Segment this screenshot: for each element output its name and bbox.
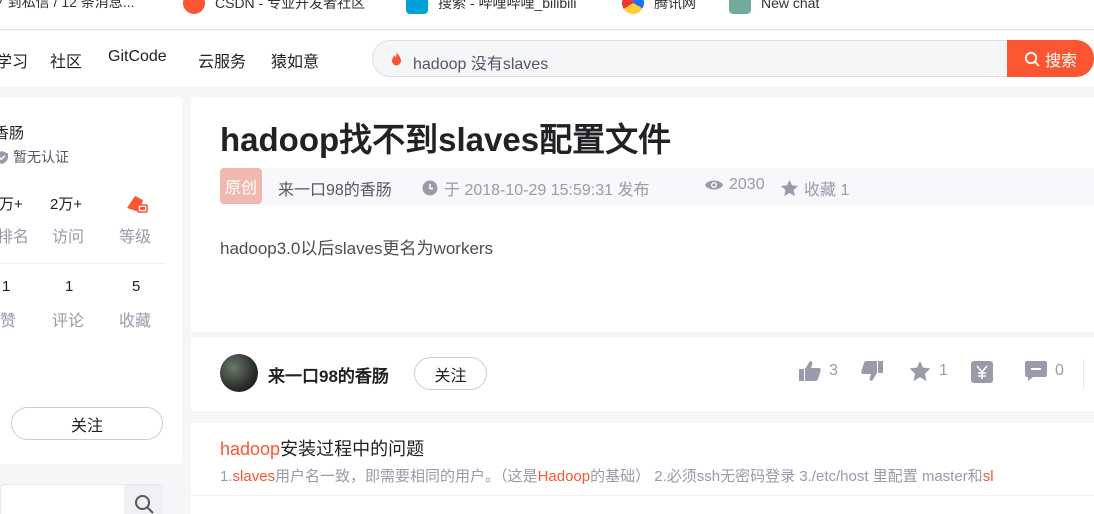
search-icon: [134, 495, 154, 514]
related-article-title[interactable]: hadoop安装过程中的问题: [220, 435, 424, 461]
clock-icon: [422, 180, 438, 196]
view-count-text: 2030: [729, 176, 765, 193]
like-button[interactable]: 3: [799, 361, 838, 381]
bilibili-logo-icon: [406, 0, 428, 14]
search-button-label: 搜索: [1044, 52, 1077, 70]
bookmark-item[interactable]: 7 到私信 / 12 条消息...: [0, 0, 134, 12]
stat-likes-label: 点赞: [0, 313, 17, 330]
favorite-count[interactable]: 收藏 1: [781, 176, 849, 200]
comment-button[interactable]: 0: [1025, 361, 1064, 381]
toolbar-follow-button[interactable]: 关注: [414, 357, 487, 390]
favorite-button[interactable]: 1: [909, 361, 948, 381]
desc-text: 用户名一致，即需要相同的用户。（这是: [275, 468, 538, 485]
thumbs-down-icon: [861, 361, 883, 381]
desc-highlight: slaves: [232, 468, 276, 485]
nav-item-learn[interactable]: 学习: [0, 48, 28, 72]
search-icon: [1024, 51, 1040, 67]
favorite-count-text: 收藏 1: [804, 182, 850, 199]
author-sidebar: 香肠 暂无认证 万+ 排名 2万+ 访问 等级 1 点赞 1 评论 5 收藏 关…: [0, 97, 182, 464]
article-toolbar: 来一口98的香肠 关注 3 1 0: [191, 337, 1094, 411]
tencent-logo-icon: [622, 0, 644, 14]
toolbar-author-name[interactable]: 来一口98的香肠: [268, 362, 389, 387]
stat-visits-label: 访问: [52, 229, 85, 246]
publish-time: 于 2018-10-29 15:59:31 发布: [422, 176, 649, 200]
publish-time-text: 于 2018-10-29 15:59:31 发布: [444, 182, 650, 199]
nav-item-cloud[interactable]: 云服务: [198, 48, 246, 72]
stat-favorites-label: 收藏: [119, 313, 152, 330]
sidebar-follow-button[interactable]: 关注: [11, 407, 163, 440]
shield-icon: [0, 150, 8, 164]
desc-highlight: Hadoop: [537, 468, 591, 485]
bookmark-label: 7 到私信 / 12 条消息...: [0, 0, 135, 10]
article-card: hadoop找不到slaves配置文件 原创 来一口98的香肠 于 2018-1…: [191, 97, 1094, 332]
desc-text: 的基础） 2.必须ssh无密码登录 3./etc/host 里配置 master…: [590, 468, 983, 485]
nav-item-community[interactable]: 社区: [50, 48, 82, 72]
dislike-button[interactable]: [861, 361, 883, 381]
avatar[interactable]: [220, 354, 258, 392]
article-meta-bar: 原创 来一口98的香肠 于 2018-10-29 15:59:31 发布 203…: [220, 168, 1094, 206]
bookmark-label: New chat: [761, 0, 820, 11]
blog-search-button[interactable]: [124, 485, 163, 514]
related-title-highlight: hadoop: [220, 439, 281, 459]
search-button[interactable]: 搜索: [1007, 40, 1094, 77]
certification-label: 暂无认证: [13, 149, 69, 165]
stat-level-label: 等级: [119, 229, 152, 246]
bookmark-item-newchat[interactable]: New chat: [729, 0, 819, 14]
reward-button[interactable]: [971, 361, 993, 383]
comment-icon: [1025, 361, 1047, 381]
original-tag: 原创: [220, 168, 262, 204]
bookmarks-bar: 7 到私信 / 12 条消息... CSDN - 专业开发者社区 搜索 - 哔哩…: [0, 0, 1094, 30]
nav-item-yuanruyi[interactable]: 猿如意: [271, 48, 319, 72]
related-article-desc: 1.slaves用户名一致，即需要相同的用户。（这是Hadoop的基础） 2.必…: [220, 465, 994, 486]
stat-rank-label: 排名: [0, 229, 30, 246]
view-count: 2030: [705, 176, 765, 194]
hot-fire-icon: [392, 52, 401, 66]
level-badge-icon: [127, 196, 148, 213]
related-title-rest: 安装过程中的问题: [280, 439, 425, 459]
nav-item-gitcode[interactable]: GitCode: [108, 48, 167, 66]
stat-likes-value: 1: [2, 278, 11, 295]
bookmark-label: 搜索 - 哔哩哔哩_bilibili: [438, 0, 577, 11]
yuan-reward-icon: [971, 361, 993, 383]
desc-highlight: sl: [982, 468, 994, 485]
article-body: hadoop3.0以后slaves更名为workers: [220, 239, 494, 258]
stat-visits-value: 2万+: [50, 196, 83, 213]
stat-comments-value: 1: [65, 278, 74, 295]
bookmark-item-tencent[interactable]: 腾讯网: [622, 0, 696, 14]
stat-comments-label: 评论: [52, 313, 85, 330]
sidebar-divider: [0, 263, 165, 264]
chatgpt-logo-icon: [729, 0, 751, 14]
favorite-count: 1: [939, 362, 948, 379]
toolbar-divider: [1083, 359, 1084, 389]
eye-icon: [705, 180, 723, 190]
stat-rank-value: 万+: [0, 196, 23, 213]
bookmark-label: CSDN - 专业开发者社区: [215, 0, 366, 11]
stat-favorites-value: 5: [132, 278, 141, 295]
related-article[interactable]: hadoop安装过程中的问题 1.slaves用户名一致，即需要相同的用户。（这…: [191, 423, 1094, 514]
bookmark-item-csdn[interactable]: CSDN - 专业开发者社区: [183, 0, 365, 14]
desc-text: 1.: [220, 468, 233, 485]
bookmark-label: 腾讯网: [654, 0, 696, 11]
meta-author-link[interactable]: 来一口98的香肠: [278, 176, 392, 200]
article-title: hadoop找不到slaves配置文件: [220, 121, 672, 158]
search-input[interactable]: hadoop 没有slaves: [372, 40, 1012, 77]
thumbs-up-icon: [799, 361, 821, 381]
search-query: hadoop 没有slaves: [413, 56, 549, 73]
related-divider: [191, 495, 1094, 496]
star-icon: [909, 361, 931, 381]
sidebar-author-name[interactable]: 香肠: [0, 122, 24, 143]
csdn-logo-icon: [183, 0, 205, 14]
like-count: 3: [829, 362, 838, 379]
blog-search-input[interactable]: [0, 484, 163, 514]
star-icon: [781, 180, 798, 196]
comment-count: 0: [1055, 362, 1064, 379]
bookmark-item-bilibili[interactable]: 搜索 - 哔哩哔哩_bilibili: [406, 0, 576, 14]
certification-status: 暂无认证: [0, 147, 69, 167]
top-nav: 学习 社区 GitCode 云服务 猿如意 hadoop 没有slaves 搜索: [0, 31, 1094, 87]
